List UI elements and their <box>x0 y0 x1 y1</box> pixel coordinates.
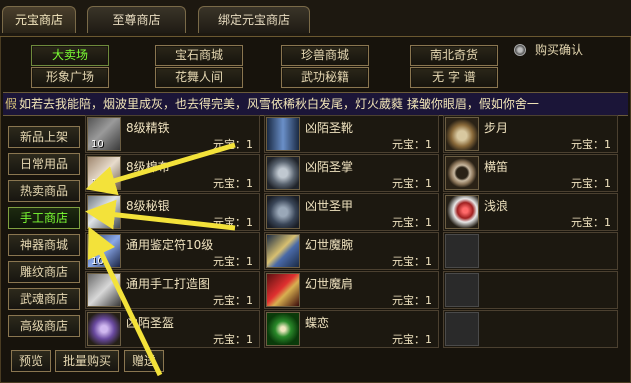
shop-item <box>443 271 618 309</box>
shop-item[interactable]: 凶世圣甲 元宝：1 <box>264 193 439 231</box>
item-name: 蝶恋 <box>305 316 330 330</box>
sidebar-item-advanced[interactable]: 高级商店 <box>8 315 80 337</box>
armor-icon <box>266 195 300 229</box>
shop-item[interactable]: 幻世魔腕 元宝：1 <box>264 232 439 270</box>
item-price: 元宝：1 <box>392 294 432 307</box>
item-grid: 10 8级精铁 元宝：1 凶陌圣靴 元宝：1 步月 元宝：1 10 8级棉布 元… <box>85 115 618 348</box>
tab-supreme-shop[interactable]: 至尊商店 <box>87 6 186 33</box>
tab-bar: 元宝商店 至尊商店 绑定元宝商店 <box>0 0 631 37</box>
empty-slot <box>445 312 479 346</box>
bulk-buy-button[interactable]: 批量购买 <box>55 350 119 372</box>
marquee-text: 如若去我能陪，烟波里成灰，也去得完美，风雪依稀秋白发尾，灯火葳蕤 揉皱你眼眉，假… <box>19 97 539 111</box>
wave-charm-icon <box>445 195 479 229</box>
category-pet-mall[interactable]: 珍兽商城 <box>281 45 369 66</box>
item-name: 通用手工打造图 <box>126 277 211 291</box>
shop-item[interactable]: 横笛 元宝：1 <box>443 154 618 192</box>
shop-item[interactable]: 8级秘银 元宝：1 <box>85 193 260 231</box>
shop-item[interactable]: 幻世魔肩 元宝：1 <box>264 271 439 309</box>
shop-item[interactable]: 10 通用鉴定符10级 元宝：1 <box>85 232 260 270</box>
tab-yuanbao-shop[interactable]: 元宝商店 <box>2 6 76 33</box>
iron-icon: 10 <box>87 117 121 151</box>
item-price: 元宝：1 <box>392 138 432 151</box>
item-count: 10 <box>91 256 104 267</box>
sidebar-item-artifact[interactable]: 神器商城 <box>8 234 80 256</box>
item-name: 通用鉴定符10级 <box>126 238 214 252</box>
item-price: 元宝：1 <box>213 177 253 190</box>
shop-item <box>443 310 618 348</box>
item-price: 元宝：1 <box>213 255 253 268</box>
item-price: 元宝：1 <box>392 255 432 268</box>
item-name: 凶陌圣靴 <box>305 121 354 135</box>
shop-item[interactable]: 浅浪 元宝：1 <box>443 193 618 231</box>
empty-slot <box>445 234 479 268</box>
item-name: 8级棉布 <box>126 160 170 174</box>
item-price: 元宝：1 <box>392 333 432 346</box>
cloth-icon: 10 <box>87 156 121 190</box>
sidebar-item-engraving[interactable]: 雕纹商店 <box>8 261 80 283</box>
tab-bound-yuanbao-shop[interactable]: 绑定元宝商店 <box>198 6 310 33</box>
boots-icon <box>266 117 300 151</box>
item-price: 元宝：1 <box>213 333 253 346</box>
item-price: 元宝：1 <box>392 177 432 190</box>
shop-item[interactable]: 通用手工打造图 元宝：1 <box>85 271 260 309</box>
gauntlet-icon <box>266 156 300 190</box>
shoulder-icon <box>266 273 300 307</box>
hat-icon <box>445 117 479 151</box>
sidebar-item-warsoul[interactable]: 武魂商店 <box>8 288 80 310</box>
shop-item[interactable]: 10 8级精铁 元宝：1 <box>85 115 260 153</box>
confirm-label: 购买确认 <box>535 43 584 57</box>
sidebar-item-hot[interactable]: 热卖商品 <box>8 180 80 202</box>
item-price: 元宝：1 <box>213 216 253 229</box>
item-price: 元宝：1 <box>571 177 611 190</box>
category-wordless-book[interactable]: 无 字 谱 <box>410 67 498 88</box>
item-name: 幻世魔腕 <box>305 238 354 252</box>
category-martial-books[interactable]: 武功秘籍 <box>281 67 369 88</box>
shop-item[interactable]: 蝶恋 元宝：1 <box>264 310 439 348</box>
item-name: 8级秘银 <box>126 199 170 213</box>
sidebar-item-new[interactable]: 新品上架 <box>8 126 80 148</box>
item-price: 元宝：1 <box>571 138 611 151</box>
category-damaichang[interactable]: 大卖场 <box>31 45 109 66</box>
item-name: 浅浪 <box>484 199 509 213</box>
category-flower-dance[interactable]: 花舞人间 <box>155 67 243 88</box>
item-price: 元宝：1 <box>392 216 432 229</box>
blueprint-icon <box>87 273 121 307</box>
marquee-cap: 假 <box>5 97 18 111</box>
shop-item[interactable]: 步月 元宝：1 <box>443 115 618 153</box>
item-count: 10 <box>91 178 104 189</box>
shop-item <box>443 232 618 270</box>
gift-button[interactable]: 赠送 <box>124 350 164 372</box>
preview-button[interactable]: 预览 <box>11 350 51 372</box>
item-price: 元宝：1 <box>213 294 253 307</box>
item-name: 横笛 <box>484 160 509 174</box>
item-name: 幻世魔肩 <box>305 277 354 291</box>
item-price: 元宝：1 <box>571 216 611 229</box>
shop-item[interactable]: 凶陌圣掌 元宝：1 <box>264 154 439 192</box>
item-name: 凶陌圣盔 <box>126 316 175 330</box>
sidebar-item-handcraft[interactable]: 手工商店 <box>8 207 80 229</box>
bracer-icon <box>266 234 300 268</box>
category-rare-goods[interactable]: 南北奇货 <box>410 45 498 66</box>
shop-item[interactable]: 凶陌圣盔 元宝：1 <box>85 310 260 348</box>
confirm-radio[interactable] <box>514 44 526 56</box>
announcement-marquee: 假如若去我能陪，烟波里成灰，也去得完美，风雪依稀秋白发尾，灯火葳蕤 揉皱你眼眉，… <box>3 92 628 116</box>
sidebar-item-daily[interactable]: 日常用品 <box>8 153 80 175</box>
category-appearance[interactable]: 形象广场 <box>31 67 109 88</box>
empty-slot <box>445 273 479 307</box>
shop-item[interactable]: 10 8级棉布 元宝：1 <box>85 154 260 192</box>
shop-item[interactable]: 凶陌圣靴 元宝：1 <box>264 115 439 153</box>
item-price: 元宝：1 <box>213 138 253 151</box>
item-name: 凶陌圣掌 <box>305 160 354 174</box>
item-count: 10 <box>91 139 104 150</box>
identify-scroll-icon: 10 <box>87 234 121 268</box>
helmet-icon <box>87 312 121 346</box>
item-name: 8级精铁 <box>126 121 170 135</box>
silver-icon <box>87 195 121 229</box>
flute-icon <box>445 156 479 190</box>
item-name: 凶世圣甲 <box>305 199 354 213</box>
butterfly-icon <box>266 312 300 346</box>
category-gem-mall[interactable]: 宝石商城 <box>155 45 243 66</box>
item-name: 步月 <box>484 121 509 135</box>
